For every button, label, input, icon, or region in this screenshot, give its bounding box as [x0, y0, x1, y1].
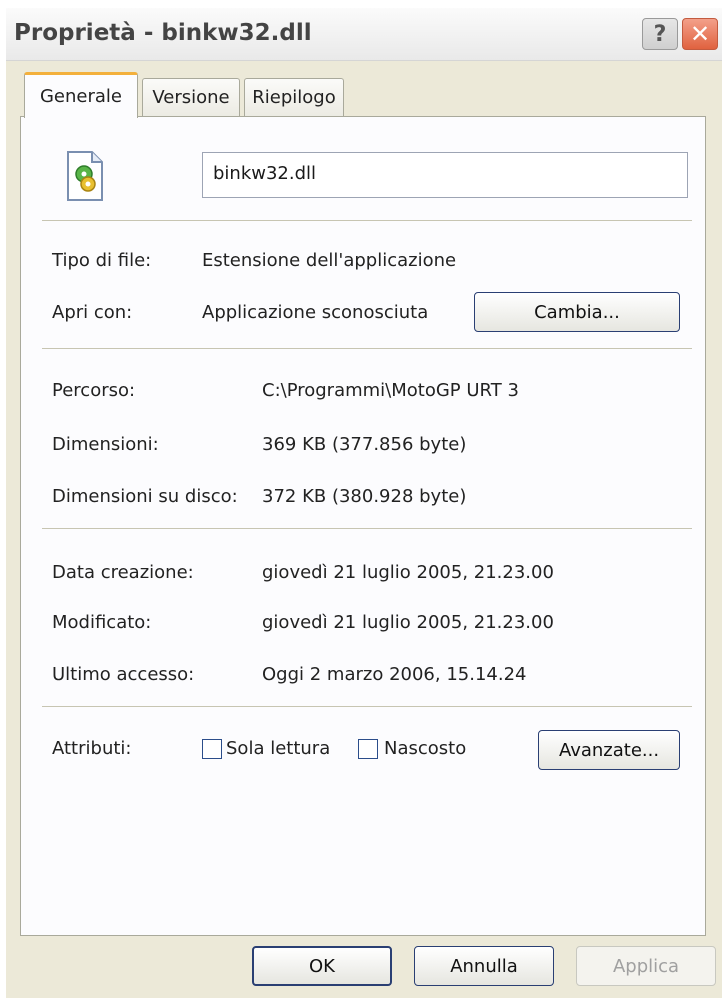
- disk-size-label: Dimensioni su disco:: [52, 486, 238, 507]
- close-button[interactable]: ✕: [682, 18, 718, 50]
- hidden-checkbox[interactable]: [358, 739, 378, 759]
- dialog-title: Proprietà - binkw32.dll: [14, 20, 312, 46]
- created-value: giovedì 21 luglio 2005, 21.23.00: [262, 562, 554, 583]
- help-button[interactable]: ?: [642, 18, 678, 50]
- file-type-label: Tipo di file:: [52, 250, 152, 271]
- divider: [42, 220, 692, 221]
- divider: [42, 528, 692, 529]
- help-icon: ?: [653, 21, 667, 47]
- attributes-label: Attributi:: [52, 738, 132, 759]
- tab-generale[interactable]: Generale: [24, 72, 138, 118]
- change-button[interactable]: Cambia...: [474, 292, 680, 332]
- divider: [42, 348, 692, 349]
- file-name-field[interactable]: binkw32.dll: [202, 152, 688, 198]
- path-value: C:\Programmi\MotoGP URT 3: [262, 380, 519, 401]
- modified-label: Modificato:: [52, 612, 152, 633]
- title-bar[interactable]: Proprietà - binkw32.dll ? ✕: [6, 8, 722, 61]
- file-name-value: binkw32.dll: [213, 163, 317, 184]
- tab-riepilogo[interactable]: Riepilogo: [244, 78, 344, 116]
- accessed-label: Ultimo accesso:: [52, 664, 195, 685]
- readonly-checkbox[interactable]: [202, 739, 222, 759]
- cancel-button[interactable]: Annulla: [414, 946, 554, 986]
- modified-value: giovedì 21 luglio 2005, 21.23.00: [262, 612, 554, 633]
- path-label: Percorso:: [52, 380, 136, 401]
- general-tab-panel: [20, 116, 706, 936]
- size-label: Dimensioni:: [52, 434, 159, 455]
- hidden-label[interactable]: Nascosto: [384, 738, 466, 759]
- accessed-value: Oggi 2 marzo 2006, 15.14.24: [262, 664, 527, 685]
- size-value: 369 KB (377.856 byte): [262, 434, 467, 455]
- tab-versione[interactable]: Versione: [142, 78, 240, 116]
- close-icon: ✕: [689, 20, 711, 48]
- open-with-value: Applicazione sconosciuta: [202, 302, 429, 323]
- ok-button[interactable]: OK: [252, 946, 392, 986]
- created-label: Data creazione:: [52, 562, 194, 583]
- file-type-value: Estensione dell'applicazione: [202, 250, 457, 271]
- apply-button[interactable]: Applica: [576, 946, 716, 986]
- readonly-label[interactable]: Sola lettura: [226, 738, 330, 759]
- properties-dialog: Proprietà - binkw32.dll ? ✕ Generale Ver…: [6, 8, 722, 998]
- dll-file-icon: [62, 148, 110, 204]
- advanced-button[interactable]: Avanzate...: [538, 730, 680, 770]
- disk-size-value: 372 KB (380.928 byte): [262, 486, 467, 507]
- divider: [42, 706, 692, 707]
- open-with-label: Apri con:: [52, 302, 133, 323]
